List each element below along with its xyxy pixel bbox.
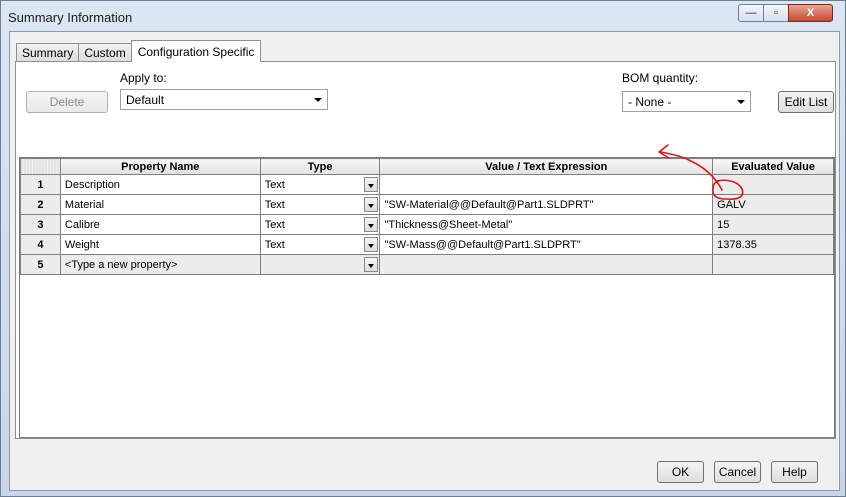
- bom-quantity-label: BOM quantity:: [622, 71, 699, 85]
- select-all-corner[interactable]: [20, 158, 61, 175]
- tab-configuration-specific[interactable]: Configuration Specific: [130, 40, 262, 62]
- value-expression-cell[interactable]: [379, 254, 714, 275]
- edit-list-button[interactable]: Edit List: [778, 91, 834, 113]
- type-cell[interactable]: Text: [259, 214, 381, 235]
- type-cell[interactable]: Text: [259, 174, 381, 195]
- minimize-button[interactable]: —: [738, 4, 764, 22]
- type-value: Text: [264, 238, 285, 251]
- value-expression-cell[interactable]: [379, 174, 714, 195]
- property-name-cell[interactable]: Description: [59, 174, 261, 195]
- minimize-icon: —: [745, 7, 757, 19]
- bom-quantity-select[interactable]: - None -: [622, 91, 751, 112]
- property-name-cell[interactable]: Material: [59, 194, 261, 215]
- property-name-cell[interactable]: Calibre: [59, 214, 261, 235]
- type-cell[interactable]: Text: [259, 194, 381, 215]
- properties-grid: Property Name Type Value / Text Expressi…: [19, 157, 835, 438]
- property-name-cell[interactable]: Weight: [59, 234, 261, 255]
- row-number[interactable]: 3: [20, 214, 61, 235]
- window-title: Summary Information: [8, 10, 133, 25]
- column-header-type[interactable]: Type: [259, 158, 381, 175]
- close-button[interactable]: X: [788, 4, 833, 22]
- chevron-down-icon[interactable]: [364, 217, 379, 232]
- row-number[interactable]: 5: [20, 254, 61, 275]
- table-row: 2 Material Text "SW-Material@@Default@Pa…: [20, 194, 834, 215]
- tab-panel: Apply to: Default Delete BOM quantity: -…: [15, 61, 836, 439]
- delete-button[interactable]: Delete: [26, 91, 108, 113]
- help-button[interactable]: Help: [771, 461, 818, 483]
- type-cell[interactable]: [259, 254, 381, 275]
- chevron-down-icon: [737, 99, 745, 104]
- cancel-button[interactable]: Cancel: [714, 461, 761, 483]
- tab-custom[interactable]: Custom: [78, 43, 132, 62]
- row-number[interactable]: 4: [20, 234, 61, 255]
- bom-quantity-value: - None -: [628, 94, 672, 109]
- chevron-down-icon: [314, 97, 322, 102]
- table-row: 1 Description Text: [20, 174, 834, 195]
- chevron-down-icon[interactable]: [364, 197, 379, 212]
- row-number[interactable]: 1: [20, 174, 61, 195]
- value-expression-cell[interactable]: "SW-Mass@@Default@Part1.SLDPRT": [379, 234, 714, 255]
- close-icon: X: [806, 7, 815, 19]
- maximize-button[interactable]: ▫: [763, 4, 789, 22]
- type-value: Text: [264, 198, 285, 211]
- maximize-icon: ▫: [774, 7, 778, 19]
- properties-table: Property Name Type Value / Text Expressi…: [20, 158, 834, 275]
- type-cell[interactable]: Text: [259, 234, 381, 255]
- apply-to-select[interactable]: Default: [120, 89, 328, 110]
- chevron-down-icon[interactable]: [364, 177, 379, 192]
- type-value: Text: [264, 218, 285, 231]
- title-bar[interactable]: Summary Information — ▫ X: [1, 1, 846, 31]
- evaluated-value-cell: [712, 254, 834, 275]
- evaluated-value-cell: [712, 174, 834, 195]
- chevron-down-icon[interactable]: [364, 237, 379, 252]
- dialog-window: Summary Information — ▫ X Summary Custom…: [0, 0, 846, 497]
- value-expression-cell[interactable]: "Thickness@Sheet-Metal": [379, 214, 714, 235]
- dialog-body: Summary Custom Configuration Specific Ap…: [9, 31, 840, 491]
- column-header-property-name[interactable]: Property Name: [59, 158, 261, 175]
- ok-button[interactable]: OK: [657, 461, 704, 483]
- apply-to-label: Apply to:: [120, 71, 167, 85]
- tab-summary[interactable]: Summary: [16, 43, 80, 62]
- evaluated-value-cell: GALV: [712, 194, 834, 215]
- evaluated-value-cell: 15: [712, 214, 834, 235]
- property-name-cell[interactable]: <Type a new property>: [59, 254, 261, 275]
- chevron-down-icon[interactable]: [364, 257, 379, 272]
- row-number[interactable]: 2: [20, 194, 61, 215]
- table-row: 4 Weight Text "SW-Mass@@Default@Part1.SL…: [20, 234, 834, 255]
- evaluated-value-cell: 1378.35: [712, 234, 834, 255]
- apply-to-value: Default: [126, 92, 165, 107]
- value-expression-cell[interactable]: "SW-Material@@Default@Part1.SLDPRT": [379, 194, 714, 215]
- tab-strip: Summary Custom Configuration Specific: [16, 40, 262, 62]
- column-header-evaluated-value[interactable]: Evaluated Value: [712, 158, 834, 175]
- type-value: Text: [264, 178, 285, 191]
- new-property-row: 5 <Type a new property>: [20, 254, 834, 275]
- table-row: 3 Calibre Text "Thickness@Sheet-Metal" 1…: [20, 214, 834, 235]
- column-header-value[interactable]: Value / Text Expression: [379, 158, 714, 175]
- table-header-row: Property Name Type Value / Text Expressi…: [20, 158, 834, 175]
